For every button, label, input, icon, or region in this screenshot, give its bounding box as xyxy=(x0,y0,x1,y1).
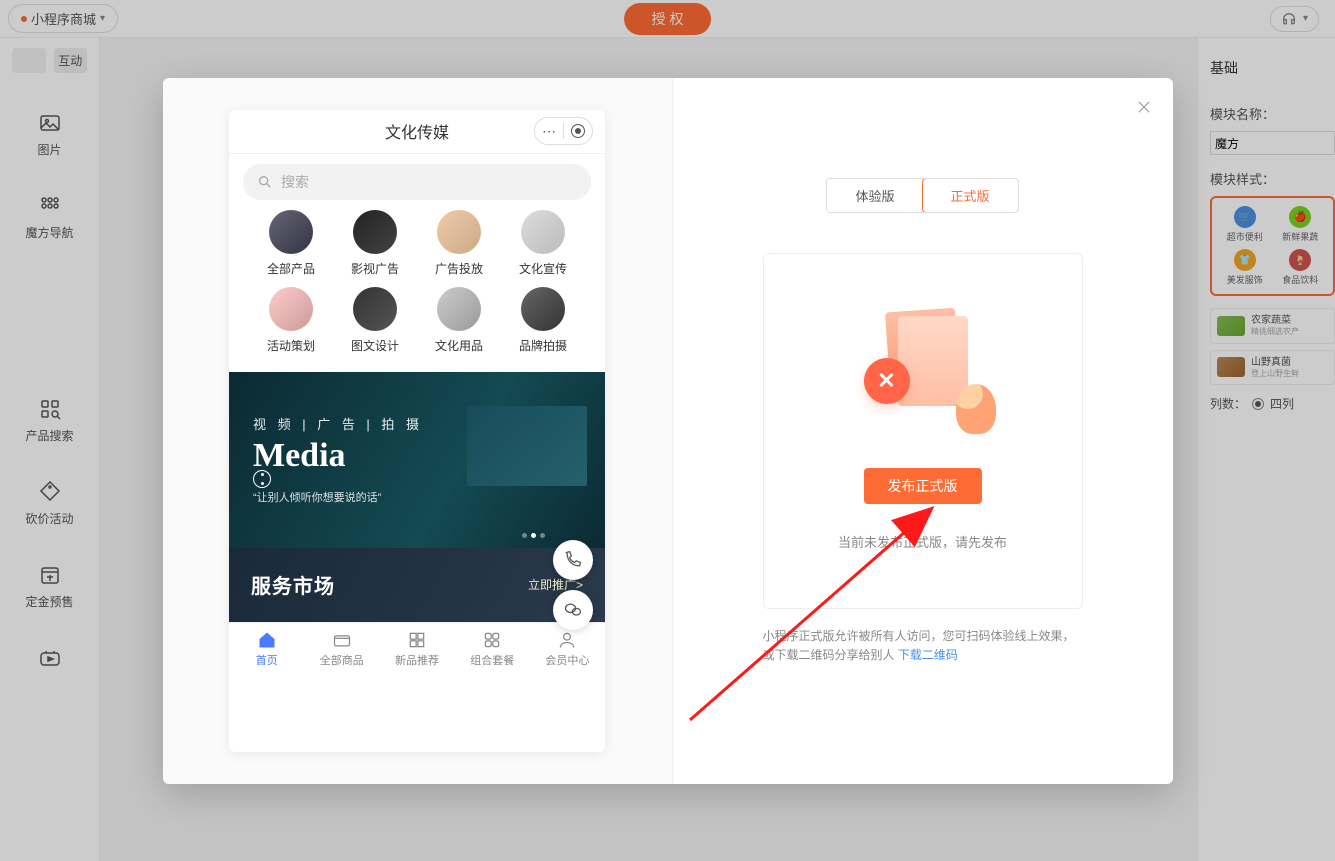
modal-overlay: 文化传媒 ⋯ 搜索 全部产品 影视广告 广告投放 xyxy=(0,0,1335,861)
wechat-icon xyxy=(563,600,583,620)
category-item[interactable]: 全部产品 xyxy=(249,210,333,277)
tab-member[interactable]: 会员中心 xyxy=(530,623,605,676)
float-buttons xyxy=(553,540,593,630)
tab-bundle[interactable]: 组合套餐 xyxy=(455,623,530,676)
film-reel-icon xyxy=(253,470,271,488)
mini-program-capsule: ⋯ xyxy=(534,117,593,145)
category-item[interactable]: 图文设计 xyxy=(333,287,417,354)
more-icon: ⋯ xyxy=(542,123,556,140)
banner[interactable]: 视 频 | 广 告 | 拍 摄 Media “让别人倾听你想要说的话” xyxy=(229,372,605,548)
float-phone-button[interactable] xyxy=(553,540,593,580)
category-item[interactable]: 文化宣传 xyxy=(501,210,585,277)
capsule-close-button[interactable] xyxy=(564,118,592,144)
banner-line1: 视 频 | 广 告 | 拍 摄 xyxy=(253,414,581,433)
error-circle-icon: ✕ xyxy=(864,358,910,404)
publish-status-box: ✕ 发布正式版 当前未发布正式版，请先发布 xyxy=(763,253,1083,609)
search-input[interactable]: 搜索 xyxy=(243,164,591,200)
category-item[interactable]: 活动策划 xyxy=(249,287,333,354)
category-item[interactable]: 品牌拍摄 xyxy=(501,287,585,354)
phone-preview-column: 文化传媒 ⋯ 搜索 全部产品 影视广告 广告投放 xyxy=(163,78,673,784)
close-button[interactable] xyxy=(1135,98,1153,121)
download-qr-link[interactable]: 下载二维码 xyxy=(898,648,958,662)
person-icon xyxy=(956,384,996,434)
category-icon xyxy=(437,287,481,331)
empty-state-illustration: ✕ xyxy=(858,310,988,440)
service-title: 服务市场 xyxy=(251,570,335,599)
service-market-bar[interactable]: 服务市场 立即推广> xyxy=(229,548,605,622)
close-icon xyxy=(1135,98,1153,116)
category-grid: 全部产品 影视广告 广告投放 文化宣传 活动策划 图文设计 文化用品 品牌拍摄 xyxy=(229,210,605,366)
grid-icon xyxy=(407,630,427,650)
carousel-dots xyxy=(522,533,545,538)
tab-home[interactable]: 首页 xyxy=(229,623,304,676)
document-icon xyxy=(898,316,968,406)
category-item[interactable]: 文化用品 xyxy=(417,287,501,354)
publish-panel: 体验版 正式版 ✕ 发布正式版 当前未发布正式版，请先发布 小程序正式版允许被所… xyxy=(673,78,1173,784)
bottom-tab-bar: 首页 全部商品 新品推荐 组合套餐 会员中心 xyxy=(229,622,605,676)
phone-title: 文化传媒 xyxy=(385,119,449,143)
home-icon xyxy=(257,630,277,650)
bundle-icon xyxy=(482,630,502,650)
tab-new[interactable]: 新品推荐 xyxy=(379,623,454,676)
phone-icon xyxy=(563,550,583,570)
search-bar-wrap: 搜索 xyxy=(229,154,605,210)
banner-line3: “让别人倾听你想要说的话” xyxy=(253,489,581,505)
category-icon xyxy=(269,287,313,331)
search-placeholder: 搜索 xyxy=(281,172,309,192)
category-icon xyxy=(353,210,397,254)
tab-trial-version[interactable]: 体验版 xyxy=(827,179,922,212)
category-icon xyxy=(521,287,565,331)
capsule-menu-button[interactable]: ⋯ xyxy=(535,118,563,144)
wallet-icon xyxy=(332,630,352,650)
category-icon xyxy=(521,210,565,254)
category-icon xyxy=(269,210,313,254)
search-icon xyxy=(257,174,273,190)
tab-all-products[interactable]: 全部商品 xyxy=(304,623,379,676)
float-wechat-button[interactable] xyxy=(553,590,593,630)
category-icon xyxy=(353,287,397,331)
user-icon xyxy=(557,630,577,650)
phone-frame: 文化传媒 ⋯ 搜索 全部产品 影视广告 广告投放 xyxy=(229,110,605,752)
phone-header: 文化传媒 ⋯ xyxy=(229,110,605,154)
publish-modal: 文化传媒 ⋯ 搜索 全部产品 影视广告 广告投放 xyxy=(163,78,1173,784)
tab-production-version[interactable]: 正式版 xyxy=(922,178,1019,213)
publish-hint: 小程序正式版允许被所有人访问，您可扫码体验线上效果，或下载二维码分享给别人 下载… xyxy=(763,627,1083,665)
version-tabs: 体验版 正式版 xyxy=(826,178,1018,213)
category-item[interactable]: 影视广告 xyxy=(333,210,417,277)
publish-production-button[interactable]: 发布正式版 xyxy=(864,468,982,504)
publish-status-text: 当前未发布正式版，请先发布 xyxy=(838,532,1007,551)
category-icon xyxy=(437,210,481,254)
target-icon xyxy=(571,124,585,138)
category-item[interactable]: 广告投放 xyxy=(417,210,501,277)
